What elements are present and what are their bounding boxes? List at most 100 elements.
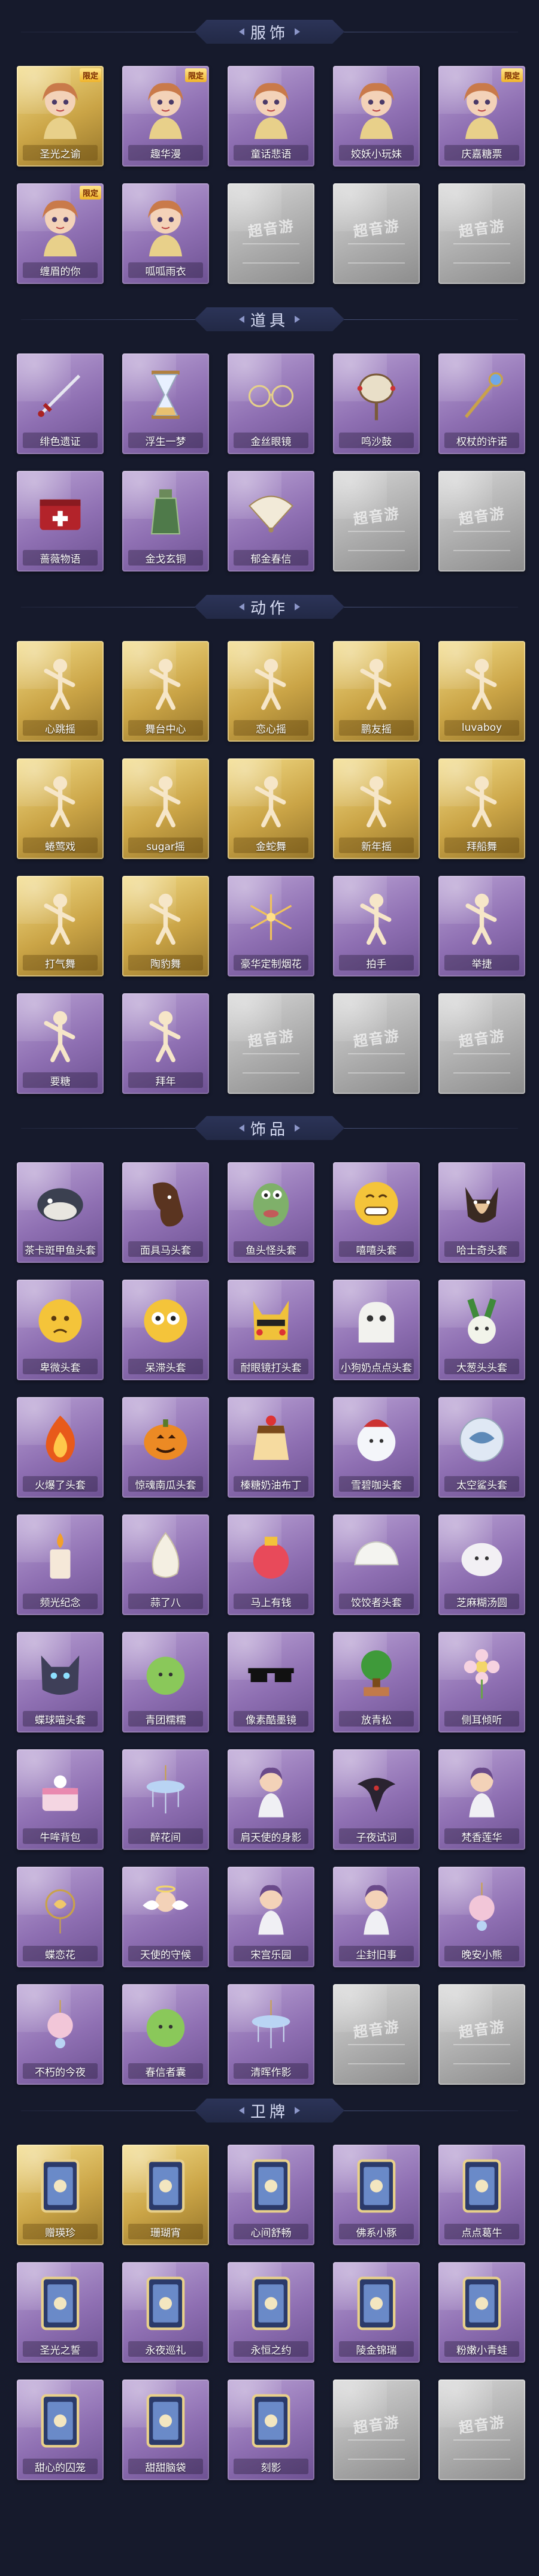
wing-left-icon [238,1124,244,1132]
item-card[interactable]: 饺饺者头套 [333,1514,420,1615]
item-card[interactable]: 甜甜脑袋 [122,2380,209,2480]
item-card[interactable]: 童话悲语 [228,66,314,167]
item-card[interactable]: 春信者囊 [122,1984,209,2085]
item-card[interactable]: 粉嫩小青蛙 [438,2262,525,2363]
item-card[interactable]: 卑微头套 [17,1280,104,1380]
item-card[interactable]: 蝶球喵头套 [17,1632,104,1733]
item-card[interactable]: 恋心摇 [228,641,314,742]
item-card[interactable]: 蝶恋花 [17,1867,104,1967]
item-card[interactable]: 限定 圣光之谕 [17,66,104,167]
item-card[interactable]: 蒜了八 [122,1514,209,1615]
item-card[interactable]: 侧耳倾听 [438,1632,525,1733]
label-plate: 拍手 [339,955,414,970]
item-card[interactable]: 陶豹舞 [122,876,209,976]
item-card[interactable]: 永恒之约 [228,2262,314,2363]
item-card[interactable]: 太空鲨头套 [438,1397,525,1498]
item-card[interactable]: 举捷 [438,876,525,976]
item-label: 尘封旧事 [356,1949,397,1961]
item-card[interactable]: 鹏友摇 [333,641,420,742]
item-card[interactable]: 金丝眼镜 [228,353,314,454]
item-card[interactable]: 浮生一梦 [122,353,209,454]
item-card[interactable]: 限定 缠眉的你 [17,183,104,284]
item-card[interactable]: 惊魂南瓜头套 [122,1397,209,1498]
item-card[interactable]: 清晖作影 [228,1984,314,2085]
item-card[interactable]: 舞台中心 [122,641,209,742]
item-card[interactable]: 金蛇舞 [228,758,314,859]
item-card[interactable]: 拍手 [333,876,420,976]
item-card[interactable]: 打气舞 [17,876,104,976]
item-label: 牛哞背包 [40,1831,81,1844]
character-icon [133,193,198,256]
item-card[interactable]: 像素酷墨镜 [228,1632,314,1733]
item-card[interactable]: 火爆了头套 [17,1397,104,1498]
item-card[interactable]: 佛系小豚 [333,2145,420,2245]
item-card[interactable]: 限定 庆嘉糖票 [438,66,525,167]
item-card[interactable]: 要糖 [17,993,104,1094]
item-card[interactable]: luvaboy [438,641,525,742]
item-card[interactable]: 子夜试词 [333,1749,420,1850]
item-card[interactable]: 马上有钱 [228,1514,314,1615]
item-card[interactable]: 点点葛牛 [438,2145,525,2245]
item-card[interactable]: 限定 趣华漫 [122,66,209,167]
item-card[interactable]: 鱼头怪头套 [228,1162,314,1263]
empty-lines [348,2044,405,2064]
item-card[interactable]: 金戈玄铜 [122,471,209,572]
empty-slot: 超音游 [333,2380,420,2480]
item-card[interactable]: 心间舒畅 [228,2145,314,2245]
item-label: 拜年 [155,1075,176,1088]
item-card[interactable]: 尘封旧事 [333,1867,420,1967]
item-label: 鸣沙鼓 [361,436,392,448]
item-card[interactable]: 蜷莺戏 [17,758,104,859]
item-card[interactable]: 蔷薇物语 [17,471,104,572]
item-card[interactable]: 梵香莲华 [438,1749,525,1850]
item-card[interactable]: 大葱头头套 [438,1280,525,1380]
item-card[interactable]: 肩天使的身影 [228,1749,314,1850]
item-card[interactable]: 晚安小熊 [438,1867,525,1967]
item-card[interactable]: 赠瑛珍 [17,2145,104,2245]
item-card[interactable]: 榛糖奶油布丁 [228,1397,314,1498]
item-card[interactable]: 天使的守候 [122,1867,209,1967]
item-card[interactable]: 牛哞背包 [17,1749,104,1850]
item-card[interactable]: 郁金春信 [228,471,314,572]
label-plate: 权杖的许诺 [444,433,519,448]
item-card[interactable]: 绯色遗证 [17,353,104,454]
item-card[interactable]: 放青松 [333,1632,420,1733]
item-card[interactable]: 频光纪念 [17,1514,104,1615]
item-label: 心跳摇 [45,723,75,736]
item-card[interactable]: 姣妖小玩妹 [333,66,420,167]
item-card[interactable]: 拜船舞 [438,758,525,859]
item-card[interactable]: 青团糯糯 [122,1632,209,1733]
item-card[interactable]: 醉花间 [122,1749,209,1850]
item-card[interactable]: 嘻嘻头套 [333,1162,420,1263]
item-label: 饺饺者头套 [351,1597,402,1609]
item-card[interactable]: 茶卡斑甲鱼头套 [17,1162,104,1263]
item-card[interactable]: 拜年 [122,993,209,1094]
item-card[interactable]: 面具马头套 [122,1162,209,1263]
item-card[interactable]: 小狗奶点点头套 [333,1280,420,1380]
empty-slot: 超音游 [438,993,525,1094]
item-card[interactable]: sugar摇 [122,758,209,859]
item-card[interactable]: 鸣沙鼓 [333,353,420,454]
item-label: 天使的守候 [140,1949,191,1961]
item-card[interactable]: 权杖的许诺 [438,353,525,454]
item-card[interactable]: 哈士奇头套 [438,1162,525,1263]
item-card[interactable]: 呱呱雨衣 [122,183,209,284]
item-card[interactable]: 不朽的今夜 [17,1984,104,2085]
item-card[interactable]: 陵金锦瑞 [333,2262,420,2363]
item-card[interactable]: 刻影 [228,2380,314,2480]
pose-icon [449,651,514,714]
item-card[interactable]: 心跳摇 [17,641,104,742]
item-card[interactable]: 宋宫乐园 [228,1867,314,1967]
item-card[interactable]: 甜心的囚笼 [17,2380,104,2480]
item-card[interactable]: 耐眼镜打头套 [228,1280,314,1380]
item-label: 陶豹舞 [150,958,181,970]
item-card[interactable]: 雪碧咖头套 [333,1397,420,1498]
item-card[interactable]: 珊瑚宵 [122,2145,209,2245]
item-card[interactable]: 芝麻糊汤圆 [438,1514,525,1615]
item-label: 打气舞 [45,958,75,970]
item-card[interactable]: 呆滞头套 [122,1280,209,1380]
item-card[interactable]: 豪华定制烟花 [228,876,314,976]
item-card[interactable]: 新年摇 [333,758,420,859]
item-card[interactable]: 圣光之誓 [17,2262,104,2363]
item-card[interactable]: 永夜巡礼 [122,2262,209,2363]
